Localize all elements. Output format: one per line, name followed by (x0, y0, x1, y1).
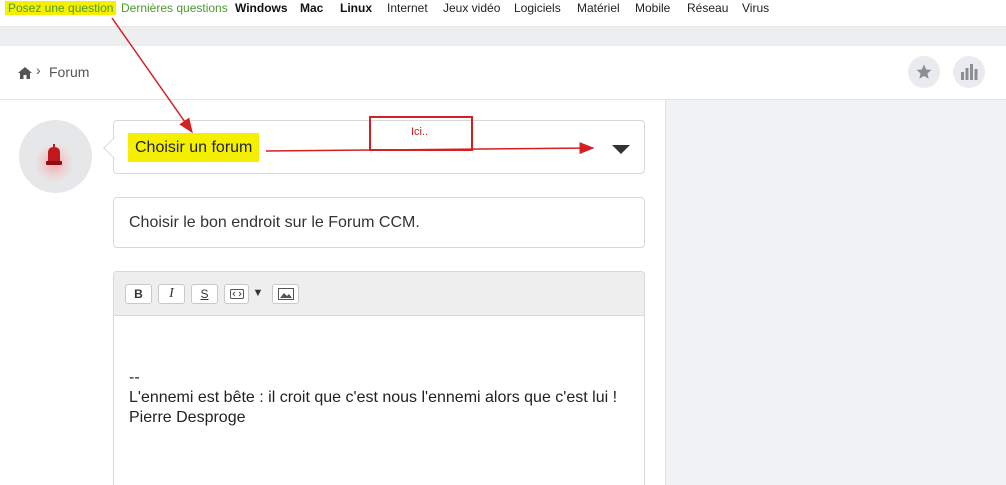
nav-logiciels[interactable]: Logiciels (514, 1, 561, 15)
editor-content[interactable]: -- L'ennemi est bête : il croit que c'est… (129, 368, 617, 428)
title-field[interactable] (113, 197, 645, 248)
forum-select-value: Choisir un forum (128, 133, 260, 162)
italic-button[interactable]: I (158, 284, 185, 304)
message-editor[interactable]: B I S ▼ -- L'ennemi est bête : il croit q… (113, 271, 645, 485)
nav-virus[interactable]: Virus (742, 1, 769, 15)
editor-line: -- (129, 369, 140, 386)
sidebar-panel (665, 100, 1006, 485)
star-icon (916, 64, 932, 79)
nav-linux[interactable]: Linux (340, 1, 372, 15)
nav-internet[interactable]: Internet (387, 1, 428, 15)
avatar (19, 120, 92, 193)
header-band (0, 27, 1006, 46)
code-button[interactable] (224, 284, 249, 304)
breadcrumb-bar: › Forum (0, 46, 1006, 100)
bar-chart-icon (961, 64, 978, 80)
code-icon (229, 289, 244, 299)
editor-line: Pierre Desproge (129, 409, 246, 426)
top-nav: Posez une question Dernières questions W… (0, 0, 1006, 27)
annotation-box: Ici.. (369, 116, 473, 151)
image-icon (277, 288, 294, 300)
annotation-label: Ici.. (411, 126, 429, 138)
favorite-button[interactable] (908, 56, 940, 88)
stats-button[interactable] (953, 56, 985, 88)
nav-posez-une-question[interactable]: Posez une question (5, 1, 117, 15)
image-button[interactable] (272, 284, 299, 304)
nav-mac[interactable]: Mac (300, 1, 323, 15)
breadcrumb-forum[interactable]: Forum (49, 64, 89, 80)
nav-windows[interactable]: Windows (235, 1, 288, 15)
editor-line: L'ennemi est bête : il croit que c'est n… (129, 389, 618, 406)
editor-toolbar: B I S ▼ (114, 272, 644, 316)
nav-materiel[interactable]: Matériel (577, 1, 620, 15)
code-dropdown-button[interactable]: ▼ (250, 284, 266, 304)
breadcrumb-separator: › (36, 62, 41, 78)
nav-dernieres-questions[interactable]: Dernières questions (121, 1, 228, 15)
siren-icon (46, 144, 62, 165)
bold-button[interactable]: B (125, 284, 152, 304)
home-icon[interactable] (18, 66, 32, 79)
strike-button[interactable]: S (191, 284, 218, 304)
nav-jeux-video[interactable]: Jeux vidéo (443, 1, 500, 15)
nav-reseau[interactable]: Réseau (687, 1, 728, 15)
nav-mobile[interactable]: Mobile (635, 1, 670, 15)
chevron-down-icon[interactable] (612, 145, 630, 154)
